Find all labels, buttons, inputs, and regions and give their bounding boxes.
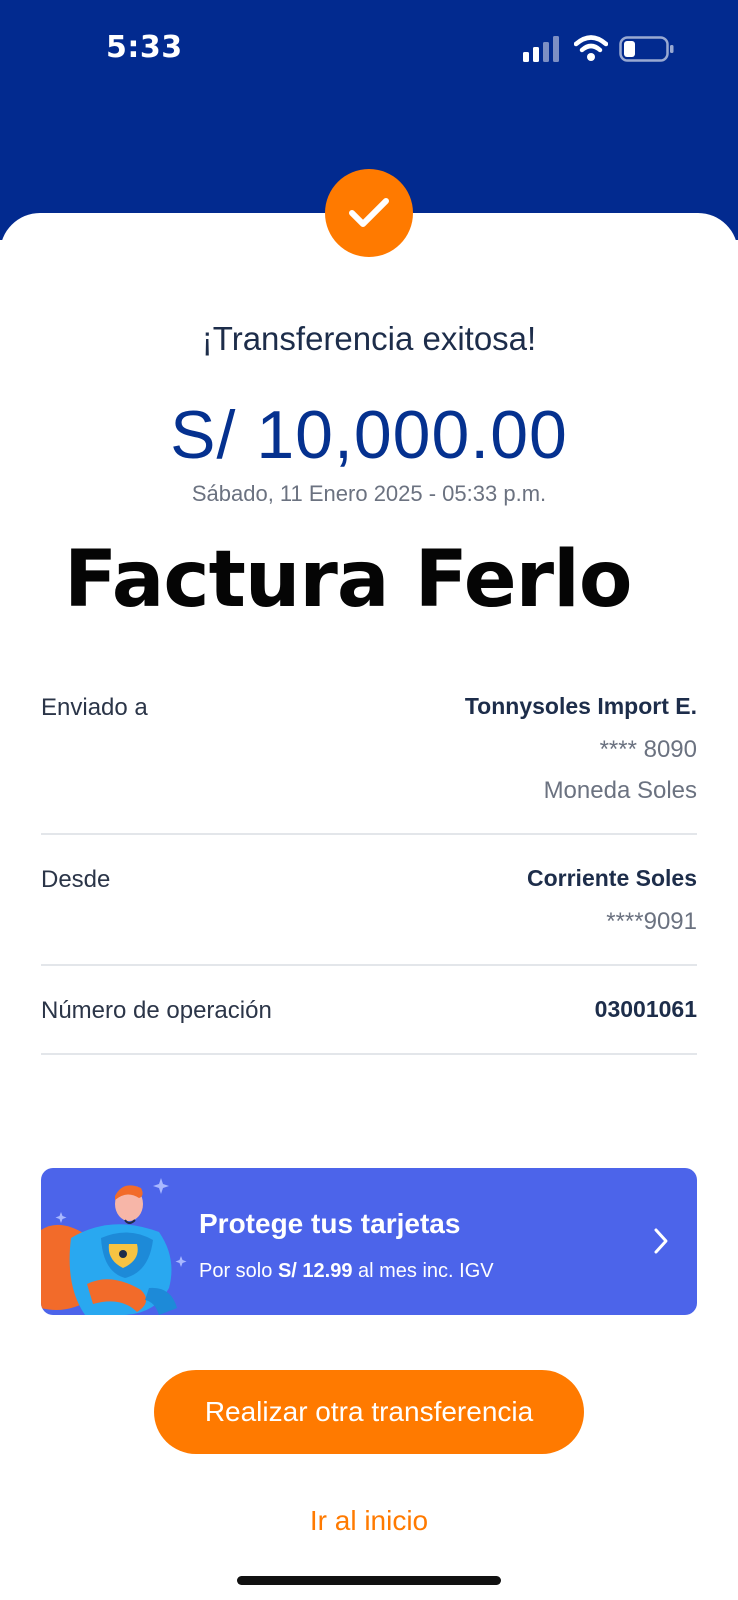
success-badge (325, 169, 413, 257)
recipient-name: Tonnysoles Import E. (464, 693, 697, 719)
success-title: ¡Transferencia exitosa! (201, 320, 537, 357)
operation-number-label: Número de operación (41, 997, 272, 1024)
sent-to-label: Enviado a (41, 694, 148, 721)
status-time: 5:33 (106, 30, 183, 65)
new-transfer-button[interactable]: Realizar otra transferencia (154, 1370, 584, 1454)
divider (41, 964, 697, 966)
home-indicator[interactable] (237, 1576, 501, 1585)
promo-subtitle: Por solo S/ 12.99 al mes inc. IGV (199, 1260, 494, 1282)
divider (41, 833, 697, 835)
transfer-datetime: Sábado, 11 Enero 2025 - 05:33 p.m. (191, 481, 547, 506)
source-account-name: Corriente Soles (527, 865, 697, 891)
checkmark-icon (349, 198, 389, 227)
divider (41, 1053, 697, 1055)
promo-title: Protege tus tarjetas (199, 1208, 461, 1239)
promo-price: S/ 12.99 (277, 1260, 353, 1282)
chevron-right-icon (654, 1228, 668, 1254)
recipient-account: **** 8090 (599, 736, 697, 763)
signal-icon (523, 36, 559, 62)
overlay-caption: Factura Ferlo (64, 535, 632, 625)
superhero-illustration (41, 1178, 187, 1315)
card-protection-banner[interactable]: Protege tus tarjetas Por solo S/ 12.99 a… (41, 1168, 697, 1315)
operation-number: 03001061 (594, 996, 697, 1022)
go-home-link[interactable]: Ir al inicio (0, 1505, 738, 1537)
transfer-amount: S/ 10,000.00 (170, 397, 568, 473)
from-label: Desde (41, 866, 111, 893)
battery-icon (619, 36, 674, 62)
status-bar: 5:33 (0, 0, 738, 100)
recipient-currency: Moneda Soles (543, 777, 697, 804)
source-account-number: ****9091 (606, 908, 697, 935)
wifi-icon (574, 35, 608, 61)
